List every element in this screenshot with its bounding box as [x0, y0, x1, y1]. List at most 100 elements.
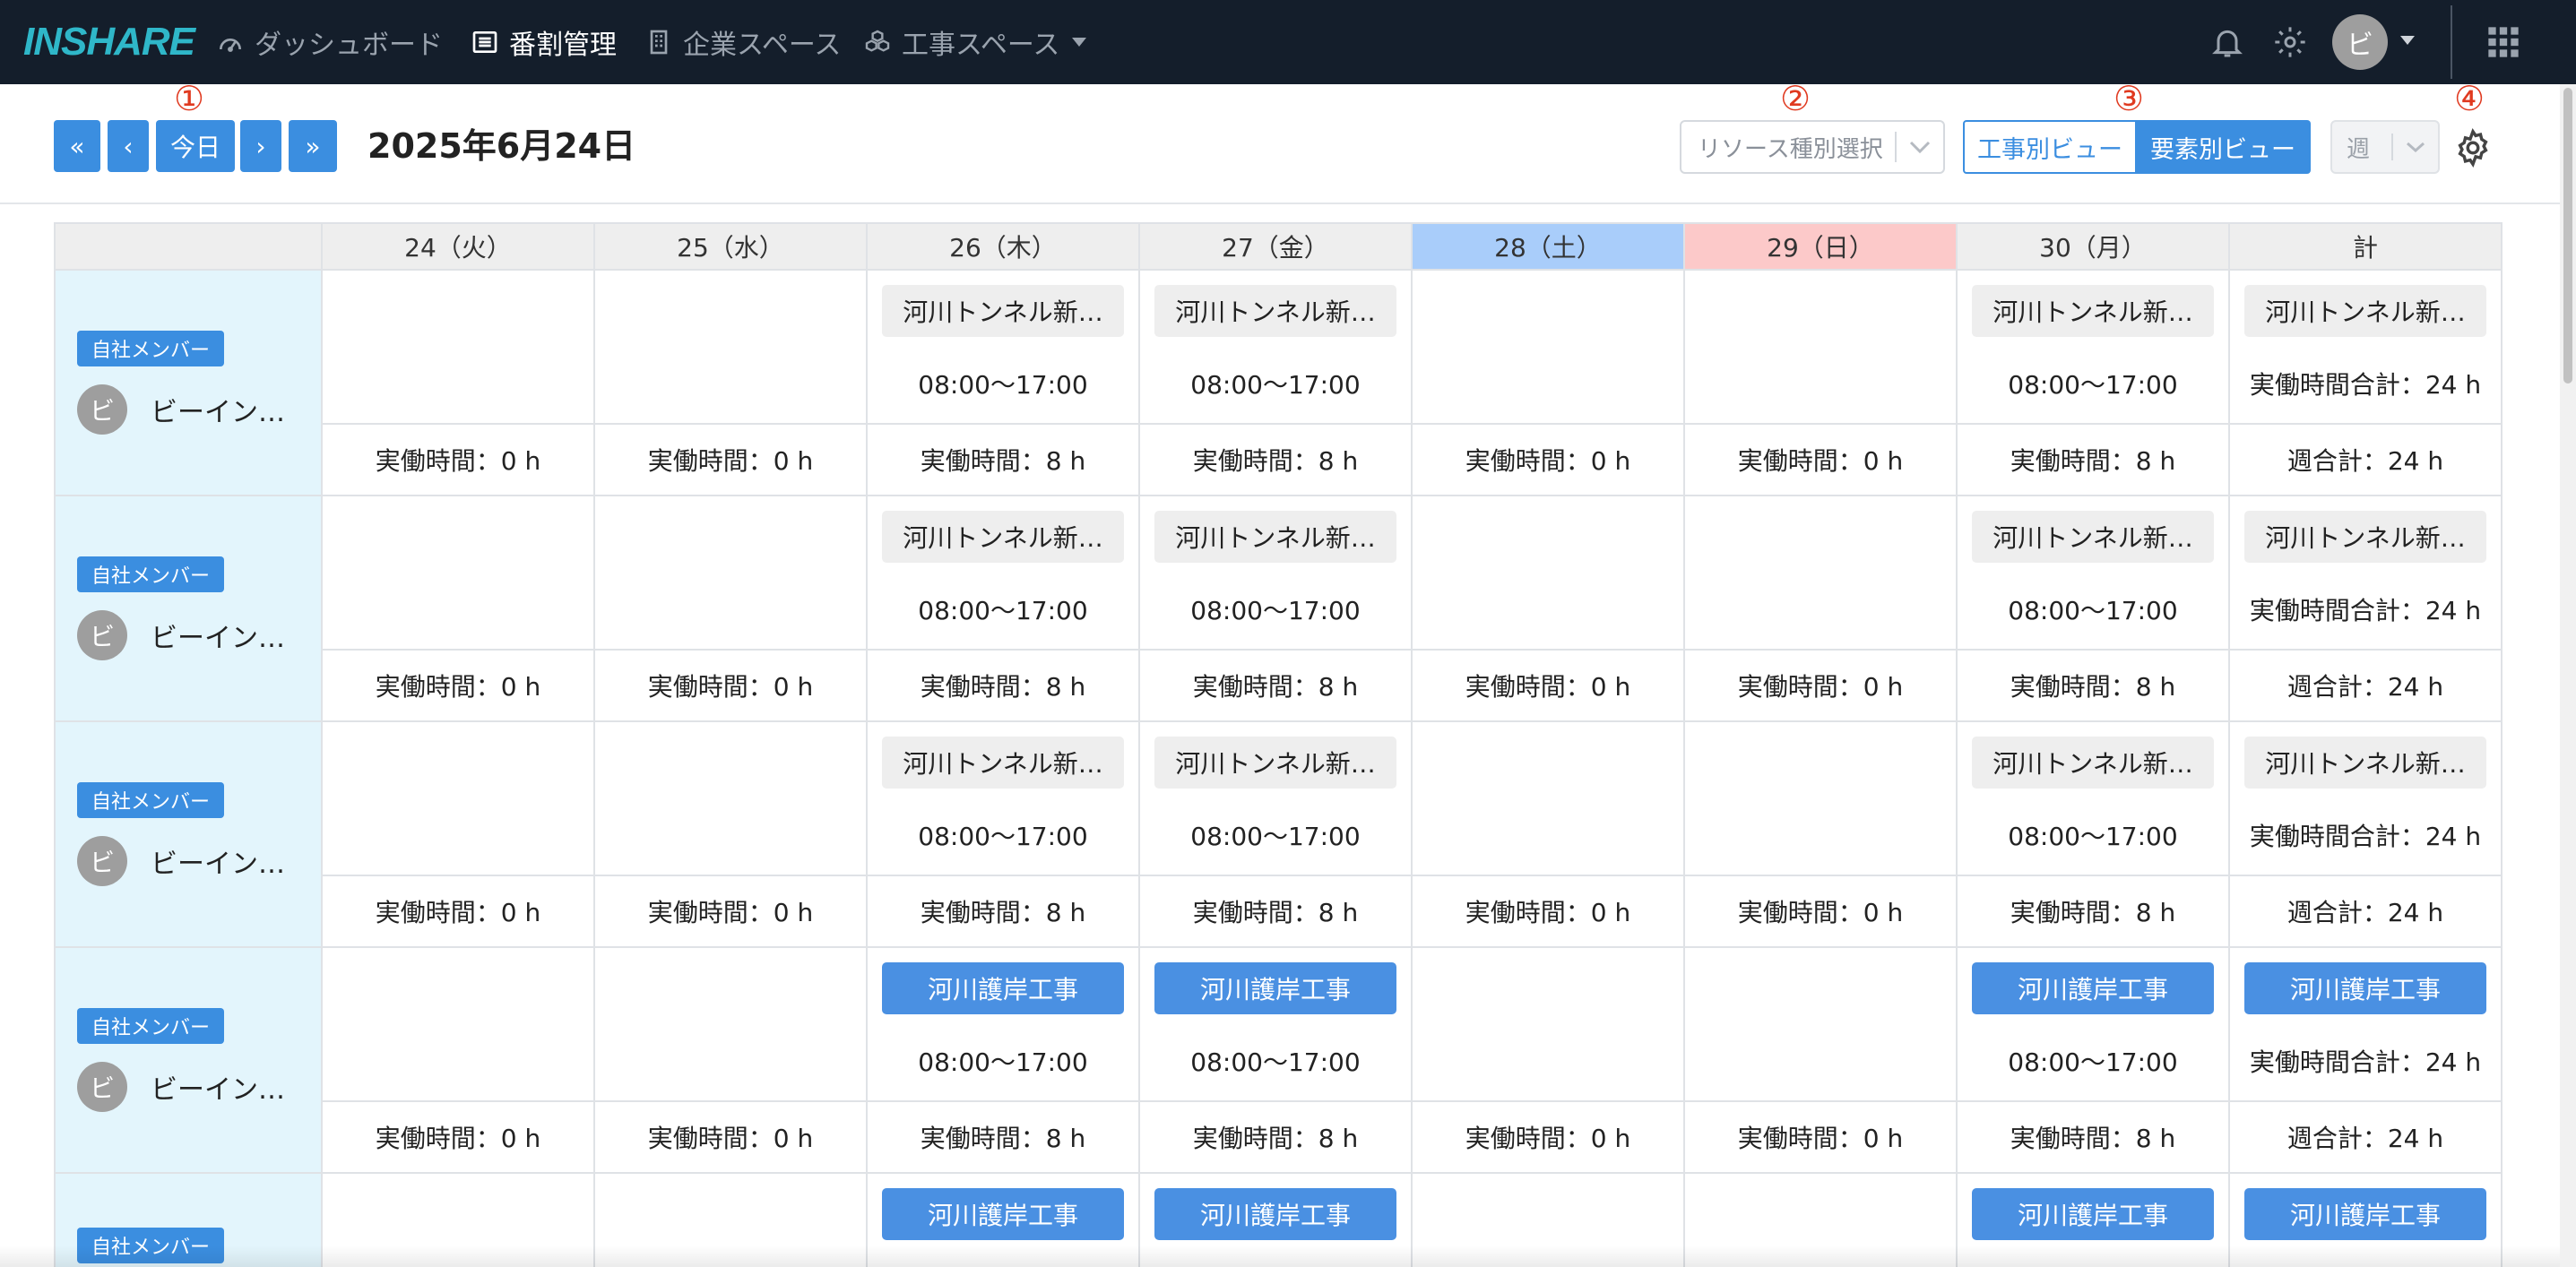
- member-name: ビーイン…: [151, 623, 285, 654]
- assignment-chip[interactable]: 河川トンネル新…: [882, 511, 1124, 563]
- element-view-button[interactable]: 要素別ビュー: [2137, 120, 2311, 174]
- annotation-2: ②: [1780, 79, 1811, 118]
- schedule-cell[interactable]: 河川護岸工事 実働時間合計：24 h: [2228, 946, 2503, 1102]
- daily-hours-cell: 実働時間：8 h: [1138, 649, 1413, 722]
- daily-hours-cell: 実働時間：0 h: [1411, 649, 1685, 722]
- schedule-cell[interactable]: 河川トンネル新… 08:00〜17:00: [866, 720, 1140, 876]
- schedule-cell[interactable]: [321, 720, 595, 876]
- schedule-cell[interactable]: [1683, 495, 1958, 651]
- daily-hours-cell: 実働時間：0 h: [593, 1100, 868, 1174]
- schedule-cell[interactable]: [1411, 946, 1685, 1102]
- nav-shift-management[interactable]: 番割管理: [470, 20, 617, 65]
- daily-hours-cell: 実働時間：0 h: [593, 649, 868, 722]
- schedule-cell[interactable]: 河川トンネル新… 08:00〜17:00: [1956, 495, 2230, 651]
- schedule-cell[interactable]: [321, 946, 595, 1102]
- daily-hours-cell: 実働時間：0 h: [593, 875, 868, 948]
- user-avatar[interactable]: ビ: [2332, 14, 2388, 70]
- nav-dashboard[interactable]: ダッシュボード: [215, 20, 443, 65]
- schedule-cell[interactable]: [1411, 269, 1685, 425]
- assignment-chip[interactable]: 河川護岸工事: [1972, 1188, 2214, 1240]
- total-hours-text: 実働時間合計：24 h: [2249, 822, 2482, 851]
- schedule-cell[interactable]: [321, 269, 595, 425]
- schedule-cell[interactable]: [1411, 720, 1685, 876]
- daily-hours-cell: 実働時間：0 h: [321, 875, 595, 948]
- notification-bell-icon[interactable]: [2205, 20, 2250, 65]
- assignment-chip[interactable]: 河川トンネル新…: [882, 285, 1124, 337]
- schedule-cell[interactable]: [593, 269, 868, 425]
- member-name: ビーイン…: [151, 397, 285, 428]
- schedule-cell[interactable]: [593, 495, 868, 651]
- schedule-cell[interactable]: 河川トンネル新… 08:00〜17:00: [866, 495, 1140, 651]
- scrollbar-thumb[interactable]: [2563, 88, 2572, 384]
- assignment-chip[interactable]: 河川トンネル新…: [1972, 737, 2214, 789]
- user-menu-chevron-icon[interactable]: [2400, 36, 2415, 45]
- assignment-chip[interactable]: 河川護岸工事: [882, 1188, 1124, 1240]
- shift-time-text: 08:00〜17:00: [1190, 822, 1361, 851]
- building-icon: [644, 27, 674, 57]
- schedule-cell[interactable]: 河川トンネル新… 08:00〜17:00: [1138, 495, 1413, 651]
- next-button[interactable]: ›: [240, 120, 281, 172]
- shift-time-text: 08:00〜17:00: [918, 822, 1088, 851]
- schedule-cell[interactable]: 河川トンネル新… 08:00〜17:00: [1956, 720, 2230, 876]
- member-cell[interactable]: 自社メンバービビーイン…: [54, 495, 323, 722]
- schedule-cell[interactable]: [593, 946, 868, 1102]
- schedule-cell[interactable]: 河川護岸工事 08:00〜17:00: [866, 946, 1140, 1102]
- app-logo[interactable]: INSHARE: [23, 18, 195, 66]
- assignment-chip[interactable]: 河川トンネル新…: [882, 737, 1124, 789]
- annotation-3: ③: [2114, 79, 2145, 118]
- member-cell[interactable]: 自社メンバービビーイン…: [54, 720, 323, 948]
- shift-time-text: 08:00〜17:00: [2008, 822, 2178, 851]
- assignment-chip[interactable]: 河川護岸工事: [2244, 962, 2486, 1014]
- bottom-shadow: [0, 1245, 2560, 1267]
- calendar-settings-gear-icon[interactable]: [2452, 127, 2494, 168]
- member-type-badge: 自社メンバー: [77, 782, 225, 818]
- shift-time-text: 08:00〜17:00: [2008, 1047, 2178, 1077]
- schedule-cell[interactable]: 河川トンネル新… 08:00〜17:00: [1138, 720, 1413, 876]
- schedule-cell[interactable]: [321, 495, 595, 651]
- shift-time-text: 08:00〜17:00: [1190, 370, 1361, 400]
- schedule-cell[interactable]: 河川トンネル新… 実働時間合計：24 h: [2228, 720, 2503, 876]
- nav-company-space[interactable]: 企業スペース: [644, 20, 841, 65]
- assignment-chip[interactable]: 河川護岸工事: [882, 962, 1124, 1014]
- schedule-cell[interactable]: 河川護岸工事 08:00〜17:00: [1956, 946, 2230, 1102]
- schedule-cell[interactable]: 河川トンネル新… 08:00〜17:00: [1956, 269, 2230, 425]
- prev-button[interactable]: ‹: [108, 120, 149, 172]
- schedule-cell[interactable]: [593, 720, 868, 876]
- schedule-cell[interactable]: 河川護岸工事 08:00〜17:00: [1138, 946, 1413, 1102]
- assignment-chip[interactable]: 河川トンネル新…: [2244, 737, 2486, 789]
- today-button[interactable]: 今日: [156, 120, 235, 172]
- schedule-cell[interactable]: 河川トンネル新… 実働時間合計：24 h: [2228, 495, 2503, 651]
- first-page-button[interactable]: «: [54, 120, 100, 172]
- assignment-chip[interactable]: 河川トンネル新…: [2244, 285, 2486, 337]
- last-page-button[interactable]: »: [289, 120, 337, 172]
- schedule-cell[interactable]: 河川トンネル新… 08:00〜17:00: [866, 269, 1140, 425]
- schedule-cell[interactable]: 河川トンネル新… 実働時間合計：24 h: [2228, 269, 2503, 425]
- period-select[interactable]: 週: [2330, 120, 2440, 174]
- shift-time-text: 08:00〜17:00: [2008, 370, 2178, 400]
- schedule-cell[interactable]: [1683, 720, 1958, 876]
- shift-time-text: 08:00〜17:00: [1190, 1047, 1361, 1077]
- apps-grid-icon[interactable]: [2481, 20, 2526, 65]
- schedule-cell[interactable]: [1683, 269, 1958, 425]
- weekly-total-cell: 週合計：24 h: [2228, 423, 2503, 496]
- schedule-cell[interactable]: [1683, 946, 1958, 1102]
- assignment-chip[interactable]: 河川トンネル新…: [1972, 285, 2214, 337]
- assignment-chip[interactable]: 河川トンネル新…: [1154, 511, 1396, 563]
- assignment-chip[interactable]: 河川トンネル新…: [1154, 285, 1396, 337]
- nav-project-space-dropdown[interactable]: 工事スペース: [862, 20, 1087, 65]
- member-cell[interactable]: 自社メンバービビーイン…: [54, 269, 323, 496]
- assignment-chip[interactable]: 河川トンネル新…: [1154, 737, 1396, 789]
- settings-gear-icon[interactable]: [2268, 20, 2312, 65]
- assignment-chip[interactable]: 河川トンネル新…: [1972, 511, 2214, 563]
- assignment-chip[interactable]: 河川トンネル新…: [2244, 511, 2486, 563]
- schedule-cell[interactable]: 河川トンネル新… 08:00〜17:00: [1138, 269, 1413, 425]
- project-view-button[interactable]: 工事別ビュー: [1963, 120, 2137, 174]
- schedule-cell[interactable]: [1411, 495, 1685, 651]
- assignment-chip[interactable]: 河川護岸工事: [1154, 1188, 1396, 1240]
- daily-hours-cell: 実働時間：8 h: [866, 875, 1140, 948]
- assignment-chip[interactable]: 河川護岸工事: [1154, 962, 1396, 1014]
- resource-type-select[interactable]: リソース種別選択: [1680, 120, 1945, 174]
- assignment-chip[interactable]: 河川護岸工事: [2244, 1188, 2486, 1240]
- assignment-chip[interactable]: 河川護岸工事: [1972, 962, 2214, 1014]
- member-cell[interactable]: 自社メンバービビーイン…: [54, 946, 323, 1174]
